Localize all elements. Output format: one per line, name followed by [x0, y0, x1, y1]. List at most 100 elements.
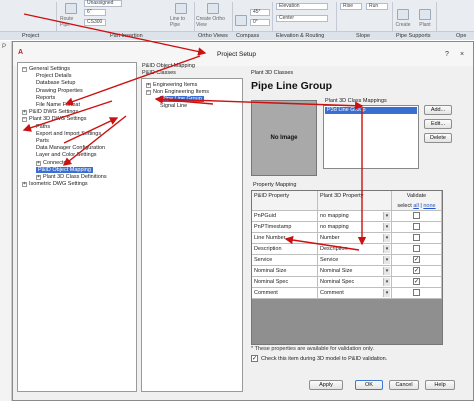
settings-tree-item[interactable]: Data Manager Configuration [36, 145, 105, 152]
ok-button[interactable]: OK [355, 380, 383, 390]
settings-tree-item[interactable]: + Plant 3D Class Definitions [36, 174, 107, 181]
settings-tree-item[interactable]: Paths [36, 124, 50, 131]
validate-checkbox[interactable]: ✓ [413, 278, 420, 285]
add-mapping-button[interactable]: Add... [424, 105, 452, 115]
pid-class-item[interactable]: Pipe Line Group [160, 96, 204, 103]
plant3d-property-dropdown[interactable]: Nominal Size ▾ [318, 266, 392, 277]
project-setup-dialog: A Project Setup ? × − General Settings Pro… [12, 41, 474, 401]
settings-tree-item-label: Plant 3D DWG Settings [29, 116, 87, 123]
validate-label: Validate [406, 193, 427, 199]
plant3d-property-dropdown[interactable]: Nominal Spec ▾ [318, 277, 392, 288]
snap-field[interactable]: 0° [250, 19, 270, 26]
settings-tree-item[interactable]: Reports [36, 95, 55, 102]
plant3d-property-dropdown[interactable]: Service ▾ [318, 255, 392, 266]
chevron-down-icon[interactable]: ▾ [383, 278, 390, 286]
line-to-pipe-button[interactable]: Line to Pipe [170, 2, 192, 28]
settings-tree-item[interactable]: P&ID Object Mapping [36, 166, 93, 174]
settings-tree-item-label: P&ID DWG Settings [29, 109, 79, 116]
pid-class-item[interactable]: Signal Line [160, 103, 187, 110]
spec-field[interactable]: CS300 [84, 19, 106, 26]
settings-tree-item[interactable]: + Isometric DWG Settings [22, 181, 88, 188]
group-label-ope[interactable]: Ope [456, 33, 466, 39]
pid-class-item[interactable]: − Non Engineering Items [146, 89, 209, 96]
expand-icon[interactable]: + [146, 83, 151, 88]
validate-checkbox[interactable]: ✓ [413, 256, 420, 263]
validation-footnote: * These properties are available for val… [251, 346, 375, 352]
settings-tree-item[interactable]: Project Details [36, 73, 71, 80]
select-none-link[interactable]: none [423, 203, 435, 209]
settings-tree-item[interactable]: Database Setup [36, 80, 75, 87]
collapse-icon[interactable]: − [22, 117, 27, 123]
collapse-icon[interactable]: − [146, 90, 151, 95]
chevron-down-icon[interactable]: ▾ [383, 289, 390, 297]
validate-checkbox[interactable] [413, 234, 420, 241]
select-label: select [397, 203, 412, 209]
center-field[interactable]: Center [276, 15, 328, 22]
elevation-field[interactable]: Elevation [276, 3, 328, 10]
group-label-pipe-supports[interactable]: Pipe Supports [396, 33, 431, 39]
settings-tree-item[interactable]: Parts [36, 138, 49, 145]
validation-option[interactable]: ✓ Check this item during 3D model to P&I… [251, 355, 387, 362]
plant3d-property-dropdown[interactable]: no mapping ▾ [318, 222, 392, 233]
edit-mapping-button[interactable]: Edit... [424, 119, 452, 129]
create-ortho-view-button[interactable]: Create Ortho View [196, 2, 230, 28]
cancel-button[interactable]: Cancel [389, 380, 419, 390]
route-pipe-button[interactable]: Route Pipe [60, 2, 82, 28]
apply-button[interactable]: Apply [309, 380, 343, 390]
settings-tree-item[interactable]: + Connectors [36, 160, 71, 167]
chevron-down-icon[interactable]: ▾ [383, 245, 390, 253]
settings-tree-item[interactable]: Layer and Color Settings [36, 152, 97, 159]
plant3d-property-dropdown[interactable]: no mapping ▾ [318, 211, 392, 222]
class-mapping-item[interactable]: P3d Line Group [325, 107, 417, 114]
plant3d-property-dropdown[interactable]: Comment ▾ [318, 288, 392, 299]
compass-button[interactable] [234, 2, 248, 28]
settings-tree-item[interactable]: − General Settings [22, 66, 70, 73]
chevron-down-icon[interactable]: ▾ [383, 256, 390, 264]
validate-checkbox[interactable] [413, 245, 420, 252]
close-button[interactable]: × [456, 50, 468, 59]
select-all-link[interactable]: all [413, 203, 419, 209]
validation-checkbox[interactable]: ✓ [251, 355, 258, 362]
angle-field[interactable]: 45° [250, 9, 270, 16]
group-label-project[interactable]: Project [22, 33, 39, 39]
rise-field[interactable]: Rise [340, 3, 362, 10]
expand-icon[interactable]: + [36, 160, 41, 166]
chevron-down-icon[interactable]: ▾ [383, 234, 390, 242]
validate-checkbox[interactable]: ✓ [413, 267, 420, 274]
plant-button[interactable]: Plant [416, 2, 434, 28]
settings-tree-item[interactable]: Export and Import Settings [36, 131, 101, 138]
pid-class-item[interactable]: + Engineering Items [146, 82, 197, 89]
settings-tree[interactable]: − General Settings Project Details Database… [17, 62, 137, 392]
settings-tree-item[interactable]: + P&ID DWG Settings [22, 109, 78, 116]
group-label-compass[interactable]: Compass [236, 33, 259, 39]
chevron-down-icon[interactable]: ▾ [383, 212, 390, 220]
validate-checkbox[interactable] [413, 223, 420, 230]
settings-tree-item[interactable]: Drawing Properties [36, 88, 83, 95]
collapse-icon[interactable]: − [22, 67, 27, 72]
validate-checkbox[interactable] [413, 212, 420, 219]
validate-checkbox[interactable] [413, 289, 420, 296]
top-unassigned-field[interactable]: Unassigned [84, 0, 122, 7]
settings-tree-item-label: Export and Import Settings [36, 130, 102, 137]
expand-icon[interactable]: + [22, 182, 27, 188]
plant3d-property-dropdown[interactable]: Description ▾ [318, 244, 392, 255]
help-button[interactable]: Help [425, 380, 455, 390]
chevron-down-icon[interactable]: ▾ [383, 267, 390, 275]
expand-icon[interactable]: + [36, 175, 41, 180]
class-mappings-list[interactable]: P3d Line Group [323, 105, 419, 169]
pid-classes-tree[interactable]: + Engineering Items − Non Engineering Items… [141, 78, 243, 392]
run-field[interactable]: Run [366, 3, 388, 10]
plant3d-property-dropdown[interactable]: Number ▾ [318, 233, 392, 244]
expand-icon[interactable]: + [22, 110, 27, 116]
chevron-down-icon[interactable]: ▾ [383, 223, 390, 231]
size-field[interactable]: 6" [84, 9, 106, 16]
settings-tree-item[interactable]: − Plant 3D DWG Settings [22, 116, 86, 123]
group-label-elevation-routing[interactable]: Elevation & Routing [276, 33, 324, 39]
create-support-button[interactable]: Create [394, 2, 412, 28]
settings-tree-item[interactable]: File Name Format [36, 102, 80, 109]
group-label-ortho-views[interactable]: Ortho Views [198, 33, 228, 39]
help-title-button[interactable]: ? [441, 50, 453, 59]
delete-mapping-button[interactable]: Delete [424, 133, 452, 143]
group-label-part-insertion[interactable]: Part Insertion [110, 33, 143, 39]
group-label-slope[interactable]: Slope [356, 33, 370, 39]
